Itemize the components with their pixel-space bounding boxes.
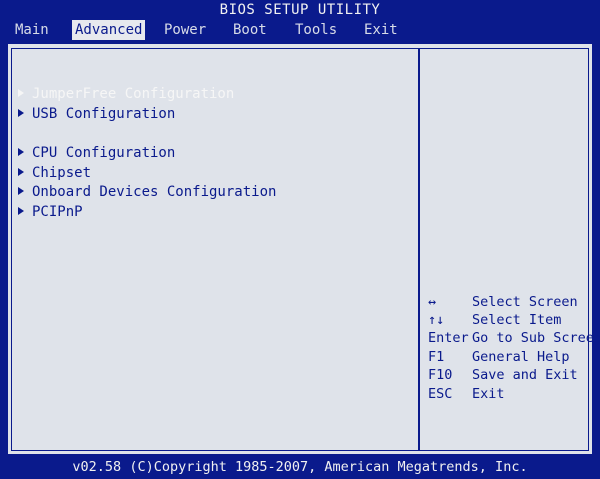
option-pcipnp[interactable]: PCIPnP bbox=[18, 203, 83, 221]
help-row-general-help: F1 General Help bbox=[428, 348, 570, 366]
help-row-select-item: ↑↓ Select Item bbox=[428, 311, 561, 329]
help-text: Select Item bbox=[472, 312, 562, 328]
help-text: Select Screen bbox=[472, 294, 578, 310]
copyright-footer: v02.58 (C)Copyright 1985-2007, American … bbox=[0, 456, 600, 479]
main-panel: JumperFree Configuration USB Configurati… bbox=[6, 42, 600, 456]
help-key: ESC bbox=[428, 386, 453, 402]
option-label: USB Configuration bbox=[32, 106, 176, 122]
help-text: General Help bbox=[472, 349, 570, 365]
triangle-right-icon bbox=[18, 187, 24, 195]
help-key: Enter bbox=[428, 330, 469, 346]
option-chipset[interactable]: Chipset bbox=[18, 164, 91, 182]
option-cpu-configuration[interactable]: CPU Configuration bbox=[18, 144, 175, 162]
help-key: F1 bbox=[428, 349, 445, 365]
option-usb-configuration[interactable]: USB Configuration bbox=[18, 105, 175, 123]
tab-exit[interactable]: Exit bbox=[361, 20, 401, 40]
panel-divider bbox=[418, 49, 420, 450]
help-text: Save and Exit bbox=[472, 367, 578, 383]
option-label: JumperFree Configuration bbox=[32, 86, 235, 102]
left-right-arrow-icon: ↔ bbox=[428, 294, 437, 310]
help-row-sub-screen: Enter Go to Sub Screen bbox=[428, 329, 600, 347]
option-onboard-devices-configuration[interactable]: Onboard Devices Configuration bbox=[18, 183, 276, 201]
triangle-right-icon bbox=[18, 89, 24, 97]
tab-main[interactable]: Main bbox=[12, 20, 52, 40]
help-text: Go to Sub Screen bbox=[472, 330, 600, 346]
help-key: F10 bbox=[428, 367, 453, 383]
tab-advanced[interactable]: Advanced bbox=[72, 20, 146, 40]
option-label: Onboard Devices Configuration bbox=[32, 184, 277, 200]
help-row-exit: ESC Exit bbox=[428, 385, 505, 403]
tab-power[interactable]: Power bbox=[161, 20, 209, 40]
triangle-right-icon bbox=[18, 148, 24, 156]
option-label: PCIPnP bbox=[32, 204, 83, 220]
menu-bar: Main Advanced Power Boot Tools Exit bbox=[0, 20, 600, 40]
help-row-select-screen: ↔ Select Screen bbox=[428, 293, 578, 311]
help-text: Exit bbox=[472, 386, 505, 402]
up-down-arrow-icon: ↑↓ bbox=[428, 312, 445, 328]
tab-boot[interactable]: Boot bbox=[230, 20, 270, 40]
option-jumperfree-configuration[interactable]: JumperFree Configuration bbox=[18, 85, 234, 103]
help-row-save-exit: F10 Save and Exit bbox=[428, 366, 578, 384]
panel-frame: JumperFree Configuration USB Configurati… bbox=[11, 48, 600, 451]
triangle-right-icon bbox=[18, 168, 24, 176]
tab-tools[interactable]: Tools bbox=[292, 20, 340, 40]
triangle-right-icon bbox=[18, 109, 24, 117]
option-label: Chipset bbox=[32, 165, 92, 181]
bios-title: BIOS SETUP UTILITY bbox=[219, 2, 381, 18]
triangle-right-icon bbox=[18, 207, 24, 215]
option-label: CPU Configuration bbox=[32, 145, 176, 161]
